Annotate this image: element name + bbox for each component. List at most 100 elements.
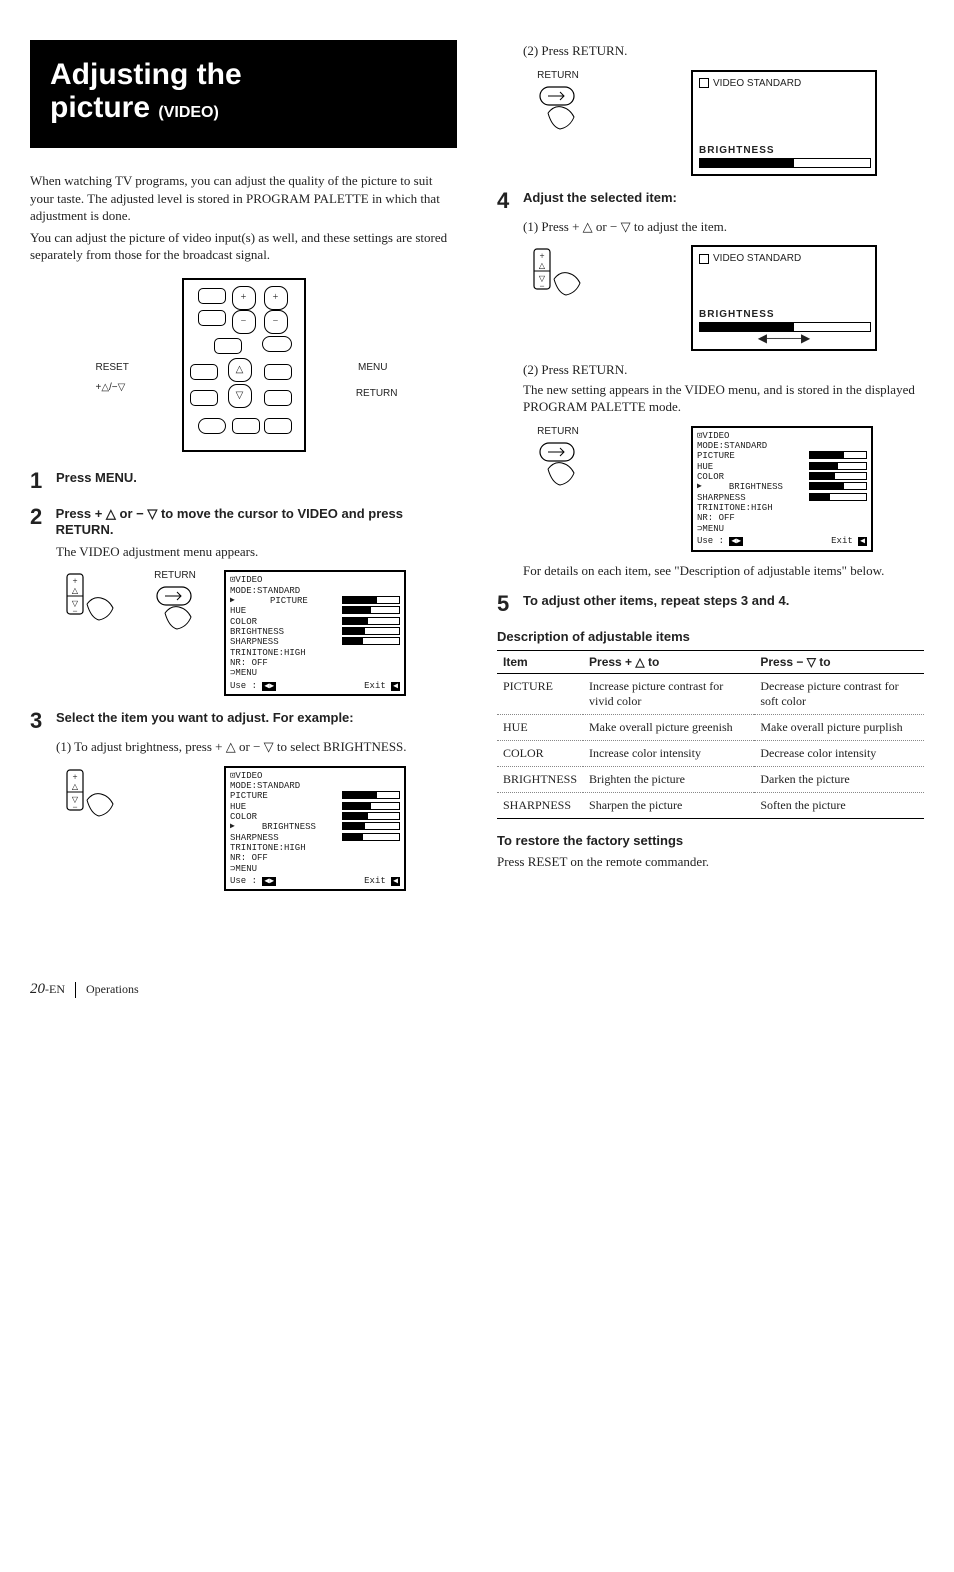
title-suffix: (VIDEO): [158, 104, 218, 121]
hand-updown-fig: + △ ▽ −: [56, 766, 126, 826]
osd-big-bot: BRIGHTNESS ◀────▶: [699, 309, 869, 344]
remote-mute-btn: [262, 336, 292, 352]
remote-minus-btn: −: [232, 310, 256, 334]
step-number: 2: [30, 506, 48, 537]
hand-return-fig: RETURN: [523, 426, 593, 499]
svg-text:+: +: [72, 576, 77, 586]
hand-updown-icon: + △ ▽ −: [528, 245, 588, 301]
svg-text:−: −: [72, 802, 77, 812]
osd-row: NR: OFF: [230, 658, 400, 668]
item-plus: Make overall picture greenish: [583, 715, 754, 741]
step4-body2: (2) Press RETURN. The new setting appear…: [523, 361, 924, 416]
intro-p2: You can adjust the picture of video inpu…: [30, 229, 457, 264]
return-label: RETURN: [523, 70, 593, 81]
page-number: 20-EN: [30, 981, 65, 998]
osd-brightness-screen: VIDEO STANDARD BRIGHTNESS: [691, 70, 877, 176]
osd-foot: Use : ◀▶Exit ◀: [697, 536, 867, 546]
remote-minus-btn2: −: [264, 310, 288, 334]
osd-row: ⊃MENU: [230, 864, 400, 874]
osd-video-menu-brightness: ⊡VIDEO MODE:STANDARD PICTURE HUE COLOR B…: [224, 766, 406, 892]
step1-head: Press MENU.: [56, 470, 137, 492]
osd-row: COLOR: [230, 812, 400, 822]
step2-text: The VIDEO adjustment menu appears.: [56, 543, 457, 561]
brightness-bar: [699, 158, 871, 168]
item-name: SHARPNESS: [497, 793, 583, 819]
osd-title: ⊡VIDEO: [230, 771, 400, 781]
osd-foot: Use : ◀▶Exit ◀: [230, 681, 400, 691]
osd-row: BRIGHTNESS: [697, 482, 867, 492]
item-plus: Increase picture contrast for vivid colo…: [583, 674, 754, 715]
description-heading: Description of adjustable items: [497, 629, 924, 644]
return-label: RETURN: [523, 426, 593, 437]
osd-big-bot: BRIGHTNESS: [699, 145, 869, 168]
table-row: PICTURE Increase picture contrast for vi…: [497, 674, 924, 715]
step-number: 5: [497, 593, 515, 615]
table-row: BRIGHTNESS Brighten the picture Darken t…: [497, 767, 924, 793]
footer-sep: [75, 982, 76, 998]
osd-row: PICTURE: [230, 596, 400, 606]
osd-row: COLOR: [230, 617, 400, 627]
osd-foot: Use : ◀▶Exit ◀: [230, 876, 400, 886]
step2-body: The VIDEO adjustment menu appears.: [56, 543, 457, 561]
step-number: 1: [30, 470, 48, 492]
step4-note: For details on each item, see "Descripti…: [523, 562, 924, 580]
item-plus: Sharpen the picture: [583, 793, 754, 819]
title-main: picture: [50, 91, 150, 124]
step4-figs1: + △ ▽ − VIDEO STANDARD BRIGHTNESS ◀────▶: [523, 245, 924, 351]
col-plus: Press + △ to: [583, 651, 754, 674]
remote-btn: [214, 338, 242, 354]
remote-btn: [198, 288, 226, 304]
step3-head: Select the item you want to adjust. For …: [56, 710, 354, 732]
title-line2: picture (VIDEO): [50, 91, 437, 124]
remote-btn: [198, 418, 226, 434]
osd-row: SHARPNESS: [230, 833, 400, 843]
table-row: COLOR Increase color intensity Decrease …: [497, 741, 924, 767]
svg-text:+: +: [72, 772, 77, 782]
osd-row: SHARPNESS: [230, 637, 400, 647]
page-columns: Adjusting the picture (VIDEO) When watch…: [30, 40, 924, 901]
step4-sub2b: The new setting appears in the VIDEO men…: [523, 381, 924, 416]
col-item: Item: [497, 651, 583, 674]
svg-text:△: △: [72, 782, 79, 791]
step-number: 4: [497, 190, 515, 212]
osd-row: ⊃MENU: [230, 668, 400, 678]
step3b-figs: RETURN VIDEO STANDARD BRIGHTNESS: [523, 70, 924, 176]
step-number: 3: [30, 710, 48, 732]
step-1: 1 Press MENU.: [30, 470, 457, 492]
step3-sub1: (1) To adjust brightness, press + △ or −…: [56, 738, 457, 756]
col-minus: Press − ▽ to: [754, 651, 924, 674]
step4-body: (1) Press + △ or − ▽ to adjust the item.: [523, 218, 924, 236]
step-4: 4 Adjust the selected item:: [497, 190, 924, 212]
step3-sub2: (2) Press RETURN.: [523, 42, 924, 60]
item-minus: Decrease color intensity: [754, 741, 924, 767]
restore-body: Press RESET on the remote commander.: [497, 854, 924, 870]
remote-return-btn: [264, 390, 292, 406]
item-minus: Decrease picture contrast for soft color: [754, 674, 924, 715]
hand-return-fig: RETURN: [523, 70, 593, 143]
intro-block: When watching TV programs, you can adjus…: [30, 172, 457, 264]
osd-row: COLOR: [697, 472, 867, 482]
remote-reset-label: RESET: [96, 362, 129, 373]
brightness-label: BRIGHTNESS: [699, 145, 869, 156]
footer-section: Operations: [86, 982, 139, 997]
hand-return-fig: RETURN: [140, 570, 210, 643]
item-minus: Soften the picture: [754, 793, 924, 819]
remote-up-btn: △: [228, 358, 252, 382]
table-header-row: Item Press + △ to Press − ▽ to: [497, 651, 924, 674]
item-plus: Increase color intensity: [583, 741, 754, 767]
hand-updown-fig: + △ ▽ −: [523, 245, 593, 305]
remote-btn: [190, 390, 218, 406]
remote-down-btn: ▽: [228, 384, 252, 408]
hand-return-icon: [528, 439, 588, 495]
osd-big-title: VIDEO STANDARD: [699, 78, 869, 89]
table-row: HUE Make overall picture greenish Make o…: [497, 715, 924, 741]
svg-text:△: △: [72, 586, 79, 595]
remote-figure: + + − − △ ▽ RESET +△/−▽ MENU RETURN: [144, 278, 344, 452]
step4-note-text: For details on each item, see "Descripti…: [523, 562, 924, 580]
osd-video-menu: ⊡VIDEO MODE:STANDARD PICTURE HUE COLOR B…: [224, 570, 406, 696]
step2-figs: + △ ▽ − RETURN ⊡VIDEO MODE:STANDARD: [56, 570, 457, 696]
remote-menu-label: MENU: [358, 362, 387, 373]
left-column: Adjusting the picture (VIDEO) When watch…: [30, 40, 457, 901]
osd-mode: MODE:STANDARD: [230, 781, 400, 791]
brightness-bar: [699, 322, 871, 332]
